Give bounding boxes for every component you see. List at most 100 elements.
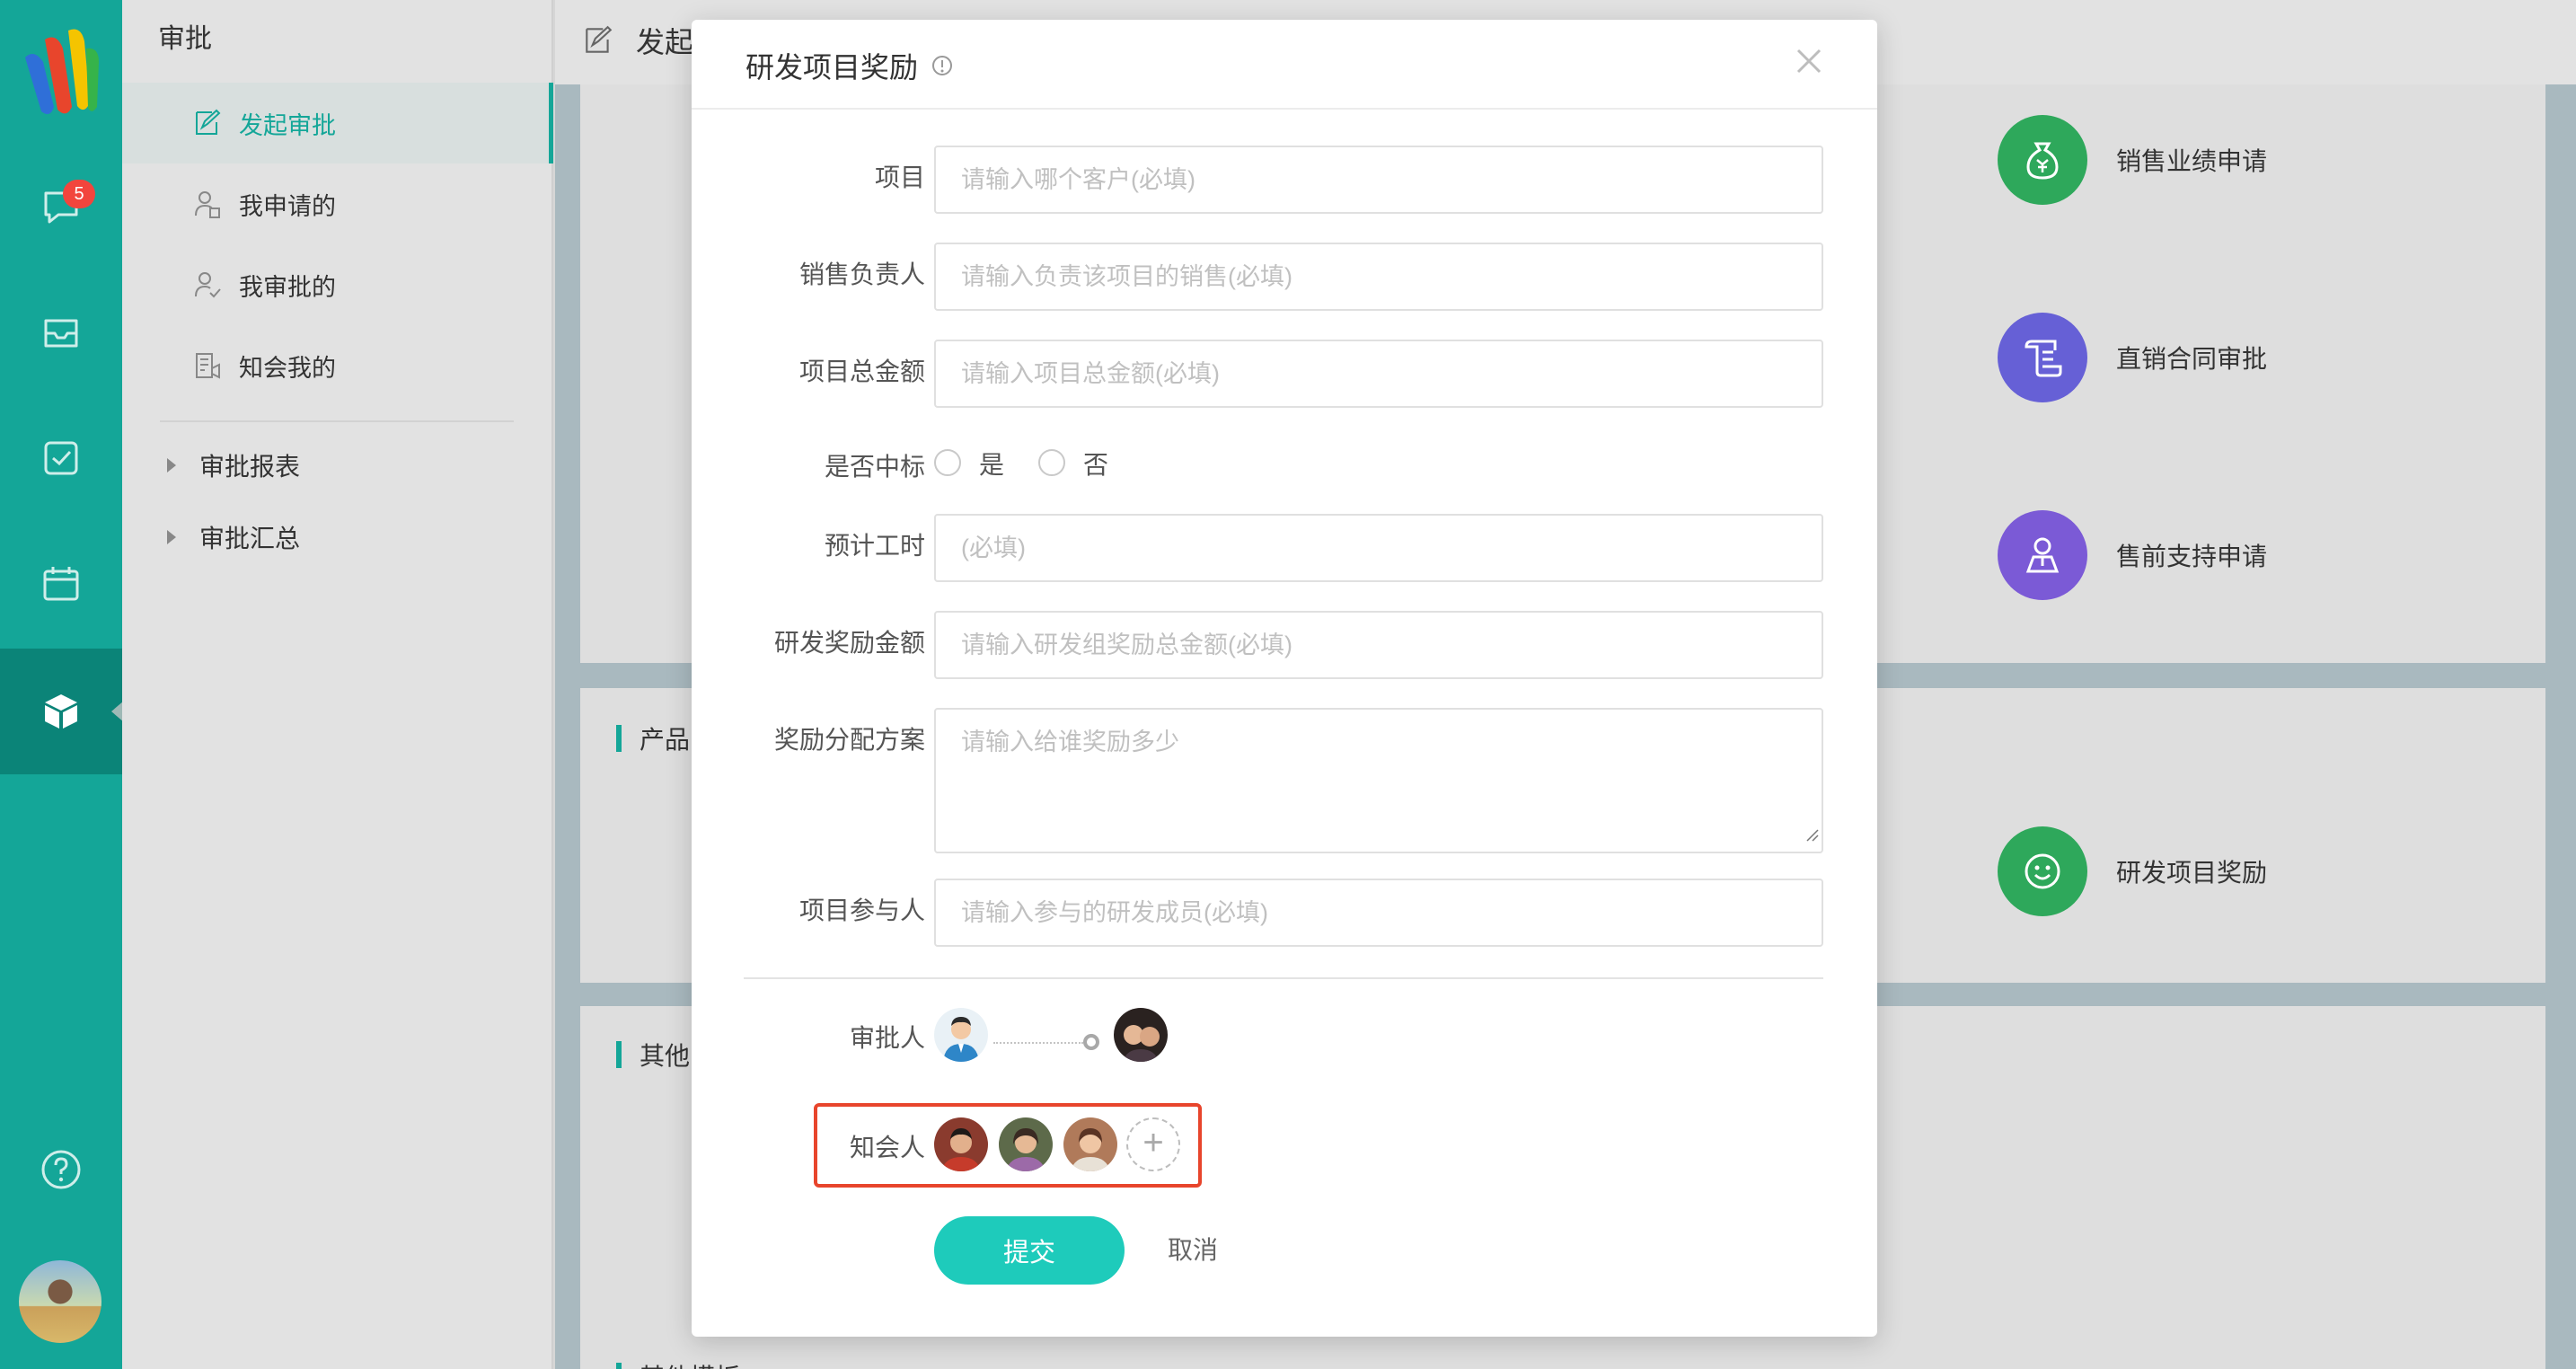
menu-item-start-approval[interactable]: 发起审批 [122, 83, 553, 163]
label-reward-plan: 奖励分配方案 [773, 726, 925, 754]
section-title: 产品 [616, 720, 690, 756]
photo-avatar-icon [934, 1117, 988, 1171]
breadcrumb: 发起 [636, 26, 694, 58]
menu-item-label: 我审批的 [239, 273, 336, 301]
approver-avatar[interactable] [1114, 1008, 1168, 1062]
radio-no[interactable] [1038, 449, 1065, 476]
person-avatar-icon [934, 1008, 988, 1062]
cc-avatar[interactable] [999, 1117, 1053, 1171]
menu-item-notified-me[interactable]: 知会我的 [122, 325, 551, 406]
section-title: 其他 [616, 1037, 690, 1073]
tasks-button[interactable] [0, 395, 122, 521]
apps-button[interactable] [0, 649, 124, 774]
calendar-button[interactable] [0, 521, 122, 647]
dialog-title: 研发项目奖励 [745, 45, 954, 86]
reward-plan-textarea[interactable] [934, 708, 1823, 853]
money-bag-icon [2026, 142, 2059, 180]
messages-button[interactable] [0, 144, 122, 269]
card-icon-bg [1998, 313, 2087, 402]
submenu-title: 审批 [158, 24, 212, 54]
approval-submenu: 审批 发起审批 我申请的 我审批的 知会我的 审批报表 审批汇总 [122, 0, 553, 1369]
card-icon-bg [1998, 510, 2087, 600]
radio-yes[interactable] [934, 449, 961, 476]
card-icon-bg [1998, 115, 2087, 205]
radio-no-label[interactable]: 否 [1083, 446, 1108, 481]
menu-item-label: 发起审批 [239, 111, 336, 139]
caret-right-icon [167, 530, 176, 544]
template-card-direct-contract[interactable]: 直销合同审批 [1998, 313, 2267, 402]
form-divider [744, 977, 1823, 979]
dialog-title-text: 研发项目奖励 [745, 51, 919, 84]
template-card-presales-support[interactable]: 售前支持申请 [1998, 510, 2267, 600]
photo-avatar-icon [1063, 1117, 1117, 1171]
cc-avatar[interactable] [1063, 1117, 1117, 1171]
dialog-header: 研发项目奖励 [692, 20, 1877, 110]
reward-amount-input[interactable] [934, 611, 1823, 679]
submit-button[interactable]: 提交 [934, 1216, 1125, 1285]
menu-item-my-approvals[interactable]: 我审批的 [122, 244, 551, 325]
add-cc-button[interactable]: + [1126, 1117, 1180, 1171]
cc-avatar[interactable] [934, 1117, 988, 1171]
project-input[interactable] [934, 146, 1823, 214]
close-icon[interactable] [1793, 45, 1825, 77]
resize-handle-icon[interactable] [1805, 828, 1820, 843]
label-sales-owner: 销售负责人 [798, 261, 925, 288]
flow-node [1083, 1034, 1099, 1050]
label-cc: 知会人 [849, 1134, 925, 1161]
template-card-sales-performance[interactable]: 销售业绩申请 [1998, 115, 2267, 205]
task-check-icon [44, 441, 78, 475]
user-doc-icon [195, 191, 220, 218]
edit-doc-icon [196, 109, 221, 135]
total-amount-input[interactable] [934, 340, 1823, 408]
menu-item-my-requests[interactable]: 我申请的 [122, 163, 551, 244]
user-check-icon [195, 272, 221, 298]
rd-reward-dialog: 研发项目奖励 项目 销售负责人 项目总金额 是否中标 是 否 预计工时 研发奖励… [692, 20, 1877, 1337]
photo-avatar-icon [1114, 1008, 1168, 1062]
est-hours-input[interactable] [934, 514, 1823, 582]
page-title: 发起 [582, 20, 693, 61]
inbox-button[interactable] [0, 269, 122, 395]
label-members: 项目参与人 [798, 896, 925, 924]
approver-avatar[interactable] [934, 1008, 988, 1062]
members-input[interactable] [934, 879, 1823, 947]
help-button[interactable] [0, 1107, 122, 1232]
label-reward-amount: 研发奖励金额 [773, 629, 925, 657]
notify-doc-icon [196, 353, 220, 379]
label-total-amount: 项目总金额 [798, 358, 925, 385]
user-avatar[interactable] [16, 1258, 104, 1346]
menu-group-label: 审批汇总 [199, 525, 301, 552]
support-person-icon [2025, 537, 2060, 573]
app-logo-icon[interactable] [16, 22, 106, 120]
info-icon[interactable] [931, 54, 954, 77]
card-label: 售前支持申请 [2116, 543, 2268, 570]
menu-divider [160, 420, 514, 422]
sales-owner-input[interactable] [934, 243, 1823, 311]
menu-group-label: 审批报表 [199, 453, 301, 481]
caret-right-icon [167, 458, 176, 473]
card-label: 研发项目奖励 [2116, 859, 2268, 887]
label-approvers: 审批人 [849, 1024, 925, 1052]
label-won-bid: 是否中标 [824, 453, 925, 481]
radio-yes-label[interactable]: 是 [979, 446, 1004, 481]
apps-box-icon [45, 694, 77, 729]
label-est-hours: 预计工时 [824, 532, 925, 560]
menu-item-label: 我申请的 [239, 192, 336, 220]
unread-badge: 5 [63, 180, 95, 208]
calendar-icon [43, 567, 79, 601]
template-card-rd-reward[interactable]: 研发项目奖励 [1998, 826, 2267, 916]
menu-group-reports[interactable]: 审批报表 [122, 429, 551, 501]
card-icon-bg [1998, 826, 2087, 916]
smile-icon [2025, 853, 2060, 889]
flow-connector [993, 1042, 1083, 1044]
cancel-button[interactable]: 取消 [1168, 1216, 1218, 1285]
menu-group-summary[interactable]: 审批汇总 [122, 501, 551, 573]
card-label: 销售业绩申请 [2116, 147, 2268, 175]
icon-rail: 5 [0, 0, 124, 1369]
inbox-icon [44, 319, 78, 348]
photo-avatar-icon [999, 1117, 1053, 1171]
menu-item-label: 知会我的 [239, 354, 336, 382]
section-title: 其他模板 [616, 1358, 740, 1369]
edit-doc-icon [586, 25, 613, 53]
label-project: 项目 [874, 163, 925, 191]
help-icon [41, 1150, 81, 1189]
